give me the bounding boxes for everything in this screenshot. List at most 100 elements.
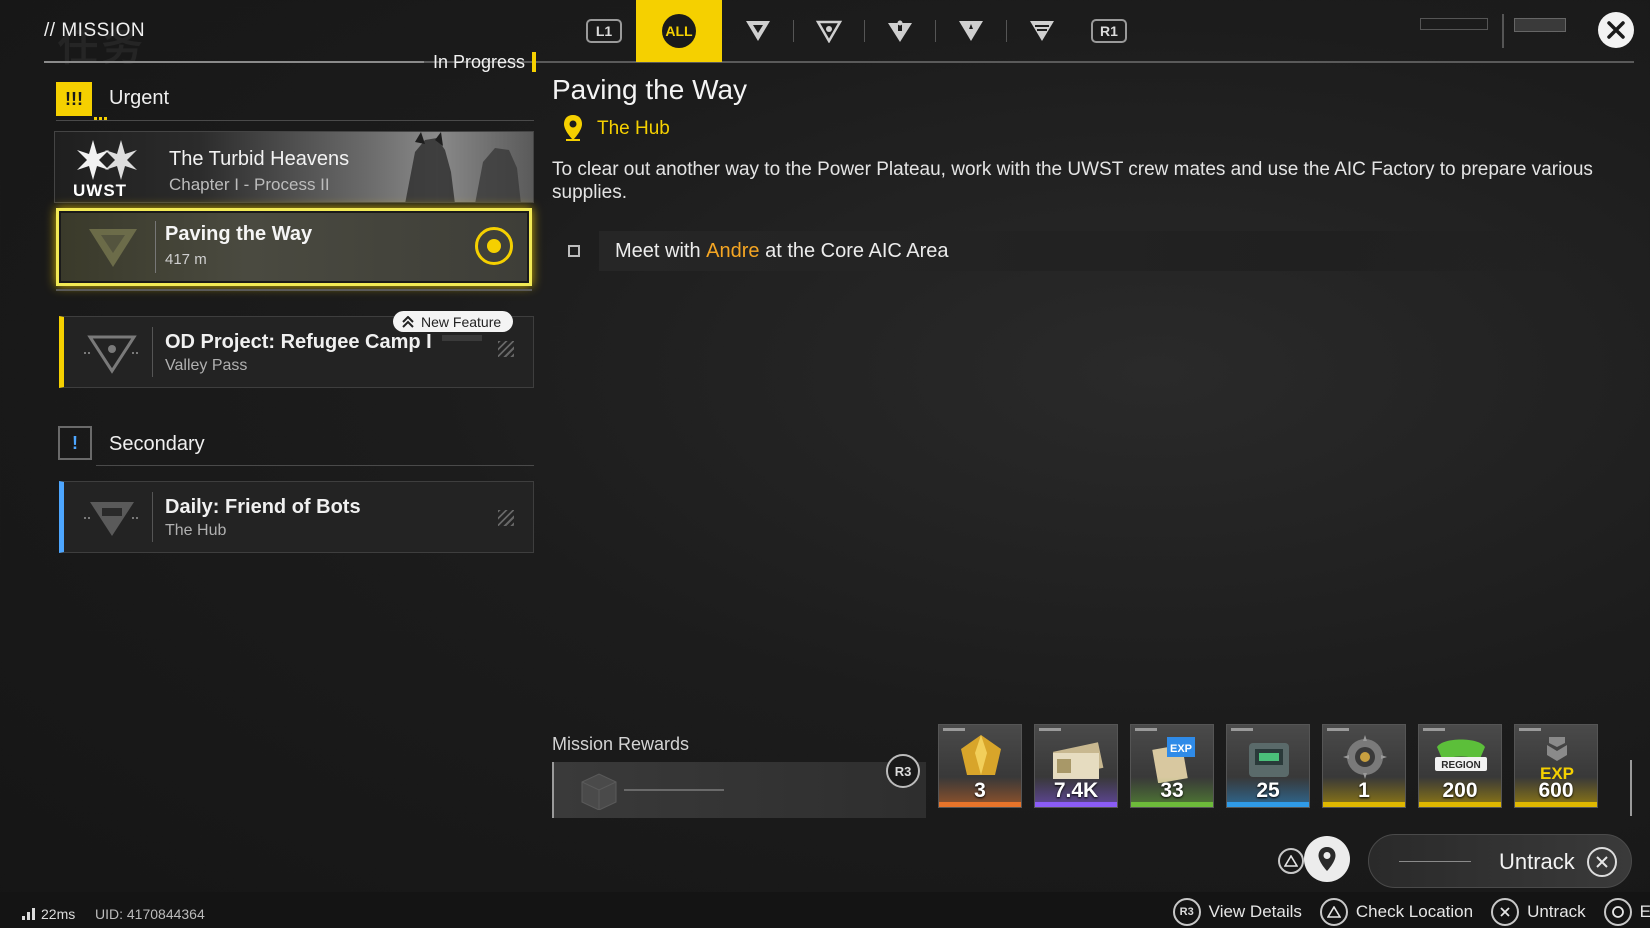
r3-key-hint[interactable]: R3 (886, 754, 920, 788)
mission-region: The Hub (165, 522, 227, 539)
reward-item[interactable]: 7.4K (1034, 724, 1118, 808)
r1-key-hint[interactable]: R1 (1091, 19, 1127, 43)
hatch-decoration (498, 341, 514, 357)
circle-button-icon (1603, 898, 1632, 926)
hint-exit[interactable]: Exit (1603, 898, 1650, 926)
mission-type-5-icon (1029, 21, 1054, 41)
double-chevron-up-icon (402, 315, 414, 328)
mission-emblem-icon (84, 335, 140, 374)
card-separator (152, 327, 153, 377)
reward-quantity: 600 (1538, 779, 1574, 802)
reward-item[interactable]: REGION 200 (1418, 724, 1502, 808)
hint-label: Exit (1639, 902, 1650, 921)
reward-quantity: 25 (1256, 779, 1280, 802)
filter-tab-all[interactable]: ALL (636, 0, 722, 62)
hint-view-details[interactable]: R3 View Details (1172, 898, 1302, 926)
region-badge-icon: REGION (1435, 739, 1487, 771)
map-pin-icon (1318, 847, 1336, 871)
objective-checkbox (568, 245, 580, 257)
hint-check-location[interactable]: Check Location (1319, 898, 1474, 926)
mission-type-4-icon (958, 21, 983, 41)
svg-text:REGION: REGION (1441, 760, 1480, 771)
gear-core-icon (1343, 735, 1387, 779)
reward-item[interactable]: EXP 600 (1514, 724, 1598, 808)
signal-icon (22, 908, 35, 920)
cross-button-icon (1587, 847, 1617, 877)
uwst-logo-text: UWST (73, 181, 128, 200)
rewards-scroll-edge (1630, 760, 1632, 816)
ping-value: 22ms (41, 906, 76, 922)
filter-tab-type-4[interactable] (935, 0, 1006, 62)
mission-type-3-icon (887, 19, 912, 42)
objective-row: Meet with Andre at the Core AIC Area (599, 231, 1629, 271)
exp-record-icon: EXP (1152, 737, 1195, 783)
check-location-button[interactable] (1304, 836, 1350, 882)
in-progress-marker (532, 52, 536, 72)
hint-label: View Details (1208, 902, 1302, 921)
rewards-progress-panel (552, 762, 926, 818)
urgent-section-label: Urgent (109, 87, 170, 109)
triangle-button-hint[interactable] (1278, 848, 1304, 874)
mission-description: To clear out another way to the Power Pl… (552, 159, 1593, 203)
reward-quantity: 33 (1160, 779, 1184, 802)
reward-item[interactable]: 1 (1322, 724, 1406, 808)
reward-item[interactable]: EXP 33 (1130, 724, 1214, 808)
urgent-divider (56, 120, 534, 121)
story-chapter-card[interactable]: UWST The Turbid Heavens Chapter I - Proc… (54, 131, 534, 203)
card-separator (152, 492, 153, 542)
reward-item[interactable]: 3 (938, 724, 1022, 808)
selection-underline (56, 289, 532, 291)
hatch-decoration (498, 510, 514, 526)
hint-untrack[interactable]: Untrack (1491, 898, 1586, 926)
reward-quantity: 7.4K (1053, 779, 1099, 802)
filter-tab-type-3[interactable] (864, 0, 935, 62)
secondary-section-label: Secondary (109, 433, 205, 455)
close-icon (1607, 21, 1625, 39)
currency-bills-icon (1052, 742, 1104, 779)
mission-emblem-icon (89, 229, 137, 267)
hud-decoration (1514, 18, 1566, 32)
reward-item[interactable]: 25 (1226, 724, 1310, 808)
mission-detail-title: Paving the Way (552, 74, 748, 105)
card-separator (155, 221, 156, 273)
close-button[interactable] (1598, 12, 1634, 48)
reward-quantity: 1 (1358, 779, 1370, 802)
mission-filter-bar: L1 ALL R1 (572, 0, 1141, 62)
filter-tab-type-2[interactable] (793, 0, 864, 62)
mission-type-2-icon (815, 20, 842, 43)
reward-items: 3 7.4K EXP 33 25 1 REGION 200 EXP 600 (938, 724, 1598, 808)
filter-tab-type-1[interactable] (722, 0, 793, 62)
hint-label: Check Location (1355, 902, 1474, 921)
untrack-decoration (1399, 861, 1471, 862)
footer-key-hints: R3 View Details Check Location Untrack E… (1172, 898, 1650, 926)
mission-region: Valley Pass (165, 357, 248, 374)
filter-all-label: ALL (662, 14, 696, 48)
location-pin-icon (564, 115, 582, 141)
filter-tab-type-5[interactable] (1006, 0, 1077, 62)
reward-crate-icon (581, 773, 617, 810)
page-title: // MISSION (44, 20, 146, 41)
svg-text:EXP: EXP (1170, 743, 1192, 755)
r3-button-icon: R3 (1172, 898, 1201, 926)
mission-title: Paving the Way (165, 223, 313, 245)
mission-item-paving-the-way[interactable]: Paving the Way 417 m (56, 208, 532, 286)
new-feature-label: New Feature (421, 313, 502, 330)
rewards-label: Mission Rewards (552, 734, 690, 754)
l1-key-hint[interactable]: L1 (586, 19, 622, 43)
untrack-button[interactable]: Untrack (1368, 834, 1632, 888)
mission-title: OD Project: Refugee Camp I (165, 331, 432, 353)
story-title: The Turbid Heavens (169, 148, 350, 170)
untrack-label: Untrack (1499, 849, 1575, 874)
mission-item-daily-friend-of-bots[interactable]: Daily: Friend of Bots The Hub (59, 481, 534, 553)
gold-crystal-icon (961, 735, 1001, 775)
mission-location[interactable]: The Hub (597, 118, 670, 140)
triangle-icon (1284, 855, 1298, 867)
objective-npc-name: Andre (706, 239, 760, 262)
mission-title: Daily: Friend of Bots (165, 496, 361, 518)
story-character-art (405, 132, 521, 202)
secondary-icon: ! (58, 426, 92, 460)
header-divider-accent (44, 61, 424, 63)
hint-label: Untrack (1527, 902, 1586, 921)
tracked-indicator-icon[interactable] (475, 227, 513, 265)
objective-text-suffix: at the Core AIC Area (759, 239, 949, 262)
